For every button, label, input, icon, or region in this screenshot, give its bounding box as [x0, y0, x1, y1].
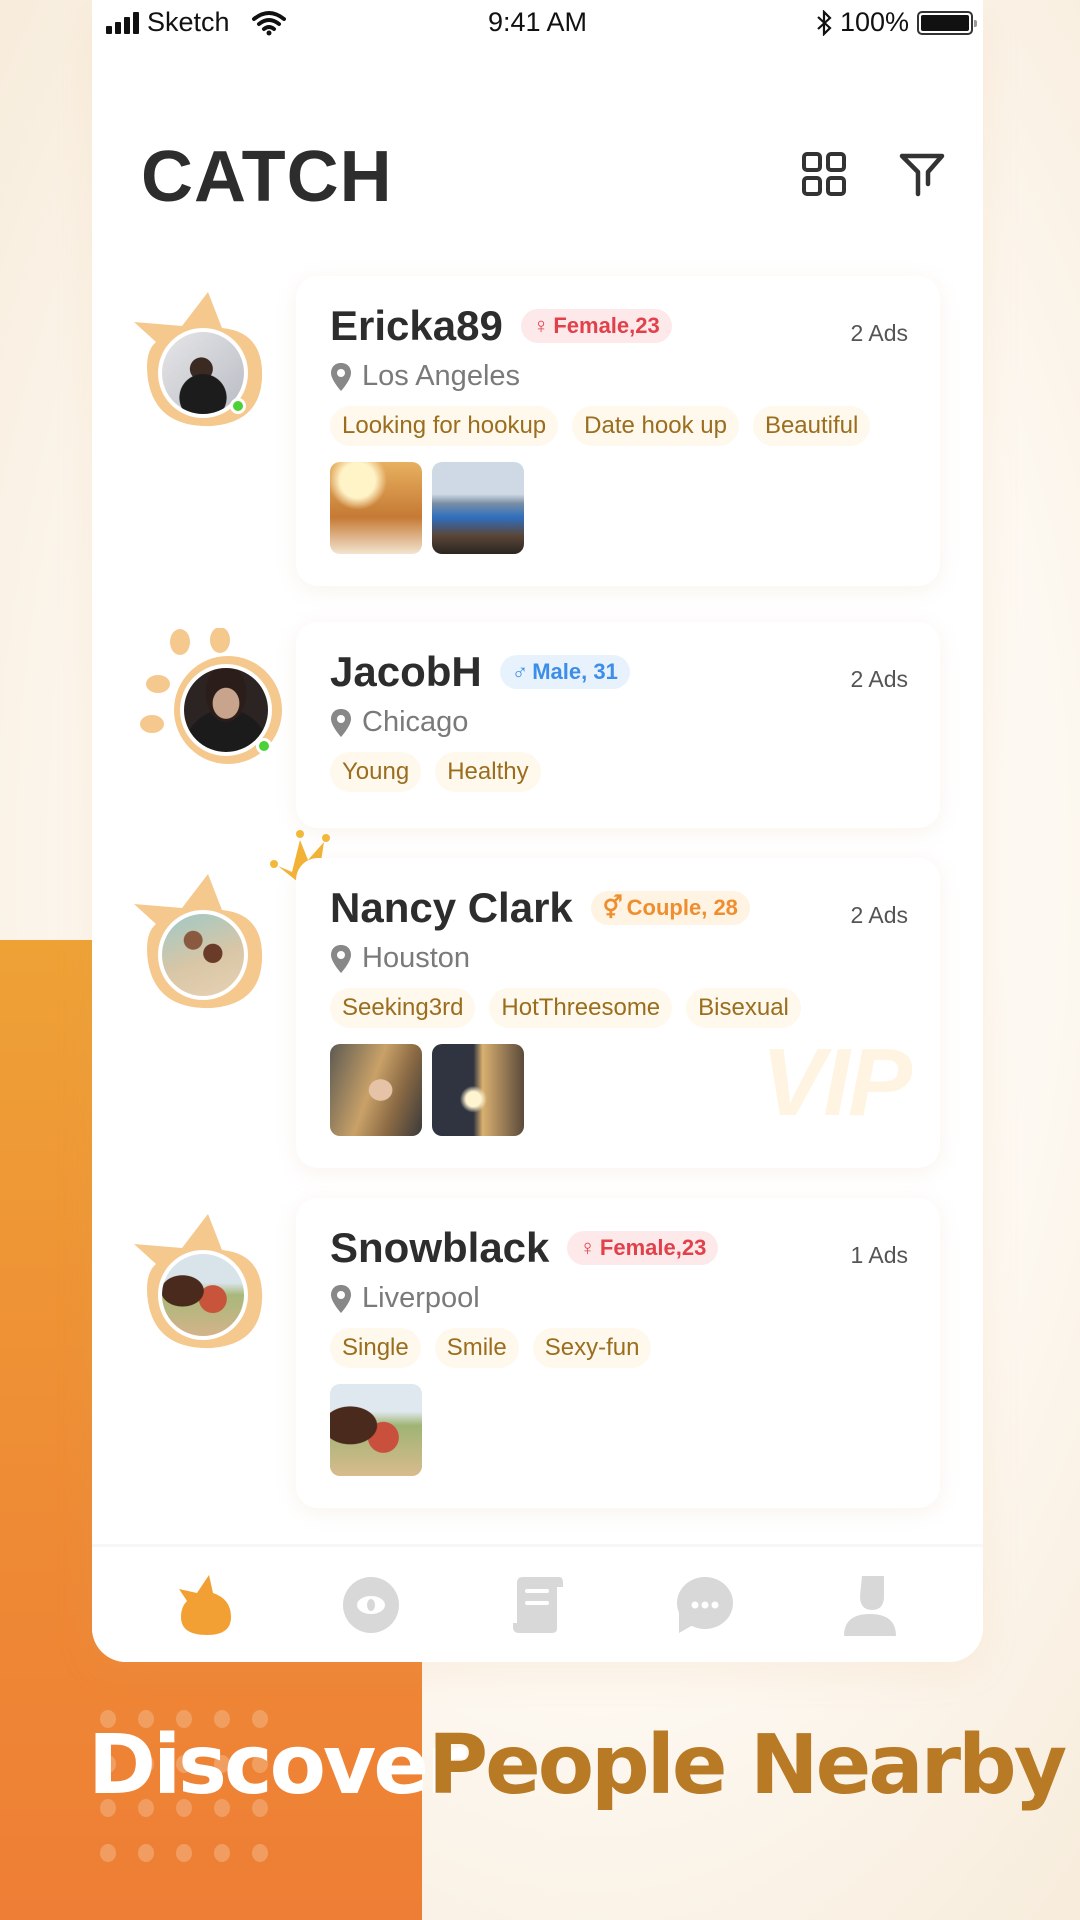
photo-thumbnail[interactable] [330, 1384, 422, 1476]
location-pin-icon [331, 1284, 351, 1313]
avatar-photo [158, 1250, 248, 1340]
battery-icon [917, 10, 977, 35]
profile-card[interactable]: JacobH ♂ Male, 31 2 Ads Chicago Young He… [296, 622, 940, 828]
profile-card[interactable]: Snowblack ♀ Female,23 1 Ads Liverpool Si… [296, 1198, 940, 1508]
gender-badge: ⚥ Couple, 28 [590, 891, 750, 925]
gender-badge: ♂ Male, 31 [499, 655, 630, 689]
tab-messages[interactable] [669, 1570, 739, 1640]
location-text: Los Angeles [362, 360, 521, 392]
profile-card[interactable]: Ericka89 ♀ Female,23 2 Ads Los Angeles L… [296, 276, 940, 586]
page-title: CATCH [141, 137, 393, 217]
female-icon: ♀ [532, 313, 550, 338]
photo-strip [330, 1044, 524, 1136]
tag[interactable]: Bisexual [686, 988, 801, 1028]
slogan-discover: Discover [88, 1718, 466, 1813]
male-icon: ♂ [511, 659, 529, 684]
tag[interactable]: Beautiful [752, 406, 871, 446]
female-icon: ♀ [579, 1235, 596, 1260]
person-icon [843, 1575, 896, 1636]
phone-screen: Sketch 9:41 AM 100% CATCH Ericka89 ♀ Fem… [92, 0, 983, 1662]
tab-bar [92, 1544, 983, 1662]
profile-name: JacobH [330, 648, 482, 695]
profile-name: Nancy Clark [330, 884, 573, 931]
gender-badge: ♀ Female,23 [520, 309, 672, 343]
profile-name: Ericka89 [330, 302, 503, 349]
scroll-icon [513, 1576, 564, 1633]
tag-list: Seeking3rd HotThreesome Bisexual [330, 988, 801, 1028]
slogan-people-nearby: People Nearby [428, 1718, 1067, 1813]
status-bar: Sketch 9:41 AM 100% [92, 0, 983, 44]
tab-catch[interactable] [170, 1570, 240, 1640]
tag[interactable]: Seeking3rd [330, 988, 476, 1028]
online-indicator [230, 398, 246, 414]
avatar[interactable] [134, 282, 274, 432]
avatar-photo [158, 910, 248, 1000]
profile-name: Snowblack [330, 1224, 550, 1271]
tag-list: Single Smile Sexy-fun [330, 1328, 652, 1368]
filter-icon[interactable] [898, 150, 948, 200]
grid-view-icon[interactable] [800, 150, 850, 200]
avatar[interactable] [134, 864, 274, 1014]
catch-flame-icon [179, 1574, 232, 1635]
online-indicator [256, 738, 272, 754]
tag-list: Looking for hookup Date hook up Beautifu… [330, 406, 871, 446]
profile-card[interactable]: VIP Nancy Clark ⚥ Couple, 28 2 Ads Houst… [296, 858, 940, 1168]
couple-icon: ⚥ [602, 895, 623, 920]
ads-count[interactable]: 2 Ads [850, 666, 908, 693]
ads-count[interactable]: 2 Ads [850, 902, 908, 929]
battery-percent: 100% [839, 7, 909, 37]
eye-icon [343, 1576, 400, 1633]
photo-strip [330, 462, 524, 554]
tag[interactable]: Healthy [435, 752, 541, 792]
tab-profile[interactable] [835, 1570, 905, 1640]
tag[interactable]: Looking for hookup [330, 406, 559, 446]
tag[interactable]: Smile [434, 1328, 519, 1368]
photo-strip [330, 1384, 422, 1476]
location-pin-icon [331, 944, 351, 973]
ads-count[interactable]: 1 Ads [850, 1242, 908, 1269]
vip-watermark: VIP [761, 1029, 912, 1136]
tag[interactable]: Young [330, 752, 422, 792]
tag[interactable]: Sexy-fun [532, 1328, 652, 1368]
tag[interactable]: HotThreesome [489, 988, 673, 1028]
tab-discover[interactable] [336, 1570, 406, 1640]
avatar[interactable] [140, 628, 282, 778]
chat-bubble-icon [676, 1576, 733, 1633]
location-text: Houston [362, 942, 471, 974]
photo-thumbnail[interactable] [330, 1044, 422, 1136]
avatar[interactable] [134, 1204, 274, 1354]
gender-badge: ♀ Female,23 [567, 1231, 719, 1265]
tag[interactable]: Single [330, 1328, 421, 1368]
location-text: Liverpool [362, 1282, 480, 1314]
photo-thumbnail[interactable] [432, 1044, 524, 1136]
photo-thumbnail[interactable] [330, 462, 422, 554]
location-pin-icon [331, 362, 351, 391]
tag[interactable]: Date hook up [572, 406, 739, 446]
bluetooth-icon [817, 9, 832, 36]
ads-count[interactable]: 2 Ads [850, 320, 908, 347]
photo-thumbnail[interactable] [432, 462, 524, 554]
tag-list: Young Healthy [330, 752, 541, 792]
tab-ads[interactable] [502, 1570, 572, 1640]
location-pin-icon [331, 708, 351, 737]
location-text: Chicago [362, 706, 469, 738]
